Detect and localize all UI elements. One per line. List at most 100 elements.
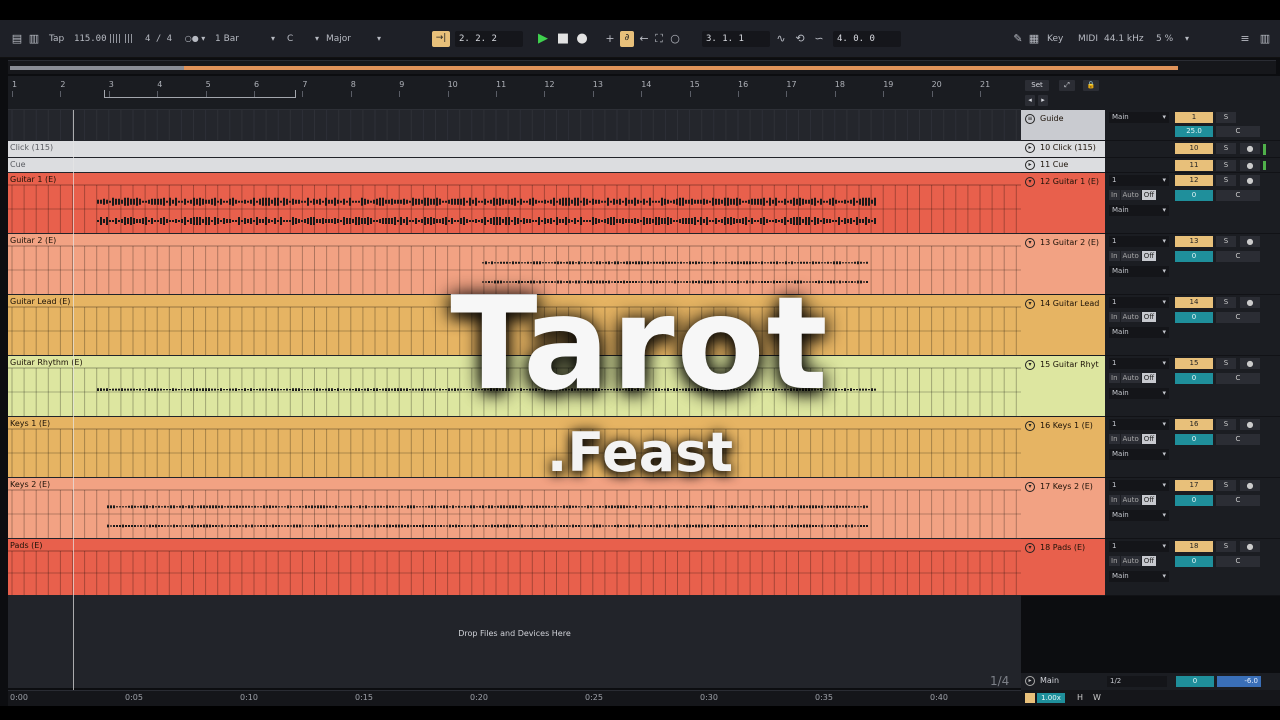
scale-dropdown[interactable]: Major <box>326 32 351 46</box>
track-pan[interactable]: C <box>1216 190 1260 201</box>
monitor-option[interactable]: Off <box>1141 373 1157 383</box>
track-number-button[interactable]: 13 <box>1175 236 1213 247</box>
track-number-button[interactable]: 15 <box>1175 358 1213 369</box>
track-name[interactable]: 14 Guitar Lead <box>1040 299 1104 308</box>
nudge-icon[interactable]: |||| ||| <box>106 32 136 46</box>
track-number-button[interactable]: 12 <box>1175 175 1213 186</box>
punch-in-icon[interactable]: ∿ <box>774 32 788 46</box>
group-icon[interactable]: ≡ <box>1025 114 1035 124</box>
play-icon[interactable]: ▶ <box>536 32 550 46</box>
playhead[interactable] <box>73 110 74 690</box>
track-name[interactable]: 12 Guitar 1 (E) <box>1040 177 1104 186</box>
output-dropdown[interactable]: Main <box>1109 205 1169 216</box>
monitor-option[interactable]: In <box>1109 495 1120 505</box>
track-pan[interactable]: C <box>1216 251 1260 262</box>
tap-tempo-button[interactable]: Tap <box>49 32 64 46</box>
output-dropdown[interactable]: Main <box>1109 266 1169 277</box>
computer-keyboard-icon[interactable]: ▦ <box>1028 32 1040 46</box>
next-locator-icon[interactable]: ▸ <box>1038 95 1048 106</box>
panel-icon[interactable]: ▥ <box>1258 32 1272 46</box>
key-chevron-icon[interactable]: ▾ <box>312 32 322 46</box>
output-dropdown[interactable]: Main <box>1109 571 1169 582</box>
fit-height-button[interactable]: H <box>1077 693 1083 702</box>
arrangement-position-field[interactable]: 2. 2. 2 <box>455 31 523 47</box>
loop-switch-icon[interactable]: ⟲ <box>793 32 807 46</box>
track-name[interactable]: 17 Keys 2 (E) <box>1040 482 1104 491</box>
input-channel-dropdown[interactable]: 1 <box>1109 297 1169 308</box>
drop-zone[interactable]: Drop Files and Devices Here <box>8 595 1021 688</box>
input-channel-dropdown[interactable]: 1 <box>1109 480 1169 491</box>
key-root-dropdown[interactable]: C <box>287 32 293 46</box>
track-number-button[interactable]: 18 <box>1175 541 1213 552</box>
fold-toggle-icon[interactable]: ▾ <box>1025 238 1035 248</box>
track-volume[interactable]: 0 <box>1175 373 1213 384</box>
back-to-arrangement-icon[interactable]: ← <box>638 32 650 46</box>
beat-time-ruler[interactable]: 1 2 3 4 5 6 7 8 9 10 11 12 13 14 15 16 17 18 19 20 21 <box>8 76 1021 110</box>
capture-icon[interactable]: ⛶ <box>653 32 665 46</box>
arm-button[interactable]: ● <box>1240 175 1260 186</box>
monitor-option[interactable]: Auto <box>1120 373 1141 383</box>
track-pan[interactable]: C <box>1216 373 1260 384</box>
monitor-option[interactable]: Auto <box>1120 495 1141 505</box>
monitor-option[interactable]: Auto <box>1120 312 1141 322</box>
track-name[interactable]: 11 Cue <box>1040 160 1104 169</box>
arm-button[interactable]: ● <box>1240 480 1260 491</box>
track-header[interactable]: ▸ 10 Click (115) <box>1021 141 1105 158</box>
set-locator-button[interactable]: Set <box>1025 80 1049 91</box>
monitor-option[interactable]: In <box>1109 373 1120 383</box>
track-name[interactable]: 16 Keys 1 (E) <box>1040 421 1104 430</box>
time-ruler[interactable]: 0:00 0:05 0:10 0:15 0:20 0:25 0:30 0:35 0:40 <box>8 690 1021 706</box>
arrangement-overview[interactable] <box>8 60 1276 74</box>
track-volume[interactable]: 0 <box>1175 312 1213 323</box>
track-pan[interactable]: C <box>1216 495 1260 506</box>
monitor-option[interactable]: In <box>1109 434 1120 444</box>
track-lane[interactable]: Guitar Lead (E) <box>8 295 1021 355</box>
follow-icon[interactable]: →| <box>432 31 450 47</box>
fold-toggle-icon[interactable]: ▾ <box>1025 299 1035 309</box>
overdub-icon[interactable]: + <box>604 32 616 46</box>
arm-button[interactable]: ● <box>1240 236 1260 247</box>
monitor-option[interactable]: Off <box>1141 312 1157 322</box>
cpu-chevron-icon[interactable]: ▾ <box>1182 32 1192 46</box>
fit-width-button[interactable]: W <box>1093 693 1101 702</box>
draw-mode-icon[interactable]: ✎ <box>1012 32 1024 46</box>
solo-button[interactable]: S <box>1216 236 1236 247</box>
track-number-button[interactable]: 16 <box>1175 419 1213 430</box>
arm-button[interactable]: ● <box>1240 160 1260 171</box>
loop-length-field[interactable]: 4. 0. 0 <box>833 31 901 47</box>
track-header[interactable]: ▾ 18 Pads (E) <box>1021 539 1105 596</box>
arm-button[interactable]: ● <box>1240 419 1260 430</box>
solo-button[interactable]: S <box>1216 143 1236 154</box>
arm-button[interactable]: ● <box>1240 143 1260 154</box>
monitor-option[interactable]: In <box>1109 251 1120 261</box>
arm-button[interactable]: ● <box>1240 358 1260 369</box>
track-pan[interactable]: C <box>1216 312 1260 323</box>
solo-button[interactable]: S <box>1216 541 1236 552</box>
fold-toggle-icon[interactable]: ▾ <box>1025 177 1035 187</box>
tempo-field[interactable]: 115.00 <box>74 32 107 46</box>
track-number-button[interactable]: 10 <box>1175 143 1213 154</box>
monitor-option[interactable]: In <box>1109 312 1120 322</box>
track-volume[interactable]: 0 <box>1175 495 1213 506</box>
track-volume[interactable]: 0 <box>1175 556 1213 567</box>
input-channel-dropdown[interactable]: 1 <box>1109 541 1169 552</box>
track-name[interactable]: 18 Pads (E) <box>1040 543 1104 552</box>
track-volume[interactable]: 25.0 <box>1175 126 1213 137</box>
session-record-icon[interactable]: ○ <box>669 32 681 46</box>
punch-out-icon[interactable]: ∽ <box>812 32 826 46</box>
scale-chevron-icon[interactable]: ▾ <box>374 32 384 46</box>
track-name[interactable]: Guide <box>1040 114 1104 123</box>
track-header[interactable]: ▾ 16 Keys 1 (E) <box>1021 417 1105 478</box>
loop-start-field[interactable]: 3. 1. 1 <box>702 31 770 47</box>
track-header[interactable]: ▾ 12 Guitar 1 (E) <box>1021 173 1105 234</box>
track-volume[interactable]: 0 <box>1175 190 1213 201</box>
midi-map-button[interactable]: MIDI <box>1078 32 1098 46</box>
master-track[interactable]: ▸ Main 1/2 0 -6.0 <box>1021 673 1280 690</box>
metronome-icon[interactable]: ○● ▾ <box>180 32 210 46</box>
solo-button[interactable]: S <box>1216 112 1236 123</box>
output-dropdown[interactable]: Main <box>1109 112 1169 123</box>
monitor-option[interactable]: Auto <box>1120 251 1141 261</box>
track-lane[interactable]: Guitar Rhythm (E) <box>8 356 1021 416</box>
track-header[interactable]: ▾ 15 Guitar Rhyt <box>1021 356 1105 417</box>
automation-arm-icon[interactable]: ∂ <box>620 31 634 47</box>
